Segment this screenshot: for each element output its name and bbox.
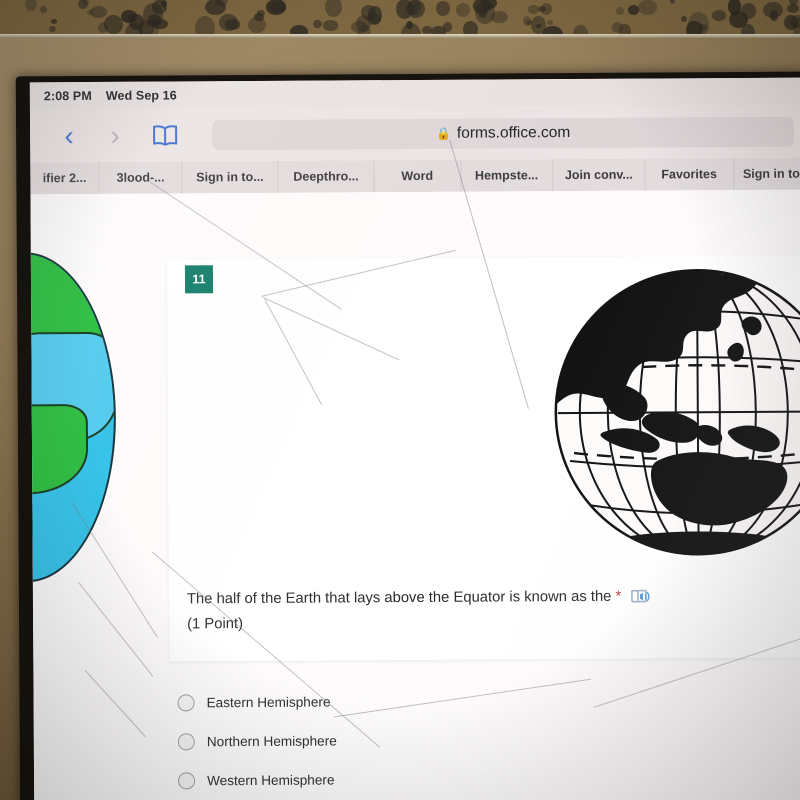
earth-illustration-decoration xyxy=(30,251,117,583)
question-text-row: The half of the Earth that lays above th… xyxy=(187,586,787,615)
answer-option-label: Western Hemisphere xyxy=(207,772,335,789)
earth-landmass xyxy=(30,403,89,495)
answer-option-3[interactable]: Western Hemisphere xyxy=(170,758,670,800)
bookmark-item[interactable]: Join conv... xyxy=(553,158,646,192)
status-bar-date: Wed Sep 16 xyxy=(105,88,177,103)
form-question-card: 11 The half of the Earth that lays above… xyxy=(166,253,800,662)
bookmark-item[interactable]: Sign in to... xyxy=(733,157,800,191)
bookmark-item[interactable]: Hempste... xyxy=(460,159,554,192)
browser-toolbar: ‹ › 🔒 forms.office.com xyxy=(29,105,800,163)
required-marker: * xyxy=(615,588,622,605)
answer-option-label: Eastern Hemisphere xyxy=(206,694,331,711)
bookmark-item[interactable]: Deepthro... xyxy=(278,160,375,193)
forward-button[interactable]: › xyxy=(92,120,138,151)
answer-options-list: Eastern Hemisphere Northern Hemisphere Wes… xyxy=(169,680,670,800)
radio-button-icon[interactable] xyxy=(177,733,195,751)
url-field[interactable]: 🔒 forms.office.com xyxy=(212,116,795,151)
bookmarks-bar: ifier 2... 3lood-... Sign in to... Deepthro… xyxy=(30,157,800,195)
question-block: The half of the Earth that lays above th… xyxy=(187,586,787,636)
tablet-screen: 2:08 PM Wed Sep 16 ‹ › 🔒 forms.office.co… xyxy=(29,77,800,800)
bookmark-item[interactable]: Favorites xyxy=(645,158,734,191)
question-text: The half of the Earth that lays above th… xyxy=(187,587,621,611)
answer-option-1[interactable]: Eastern Hemisphere xyxy=(169,680,669,722)
question-points: (1 Point) xyxy=(187,616,244,633)
radio-button-icon[interactable] xyxy=(177,694,195,712)
answer-option-2[interactable]: Northern Hemisphere xyxy=(170,719,670,761)
photograph-of-tablet: 2:08 PM Wed Sep 16 ‹ › 🔒 forms.office.co… xyxy=(0,0,800,800)
bookmark-item[interactable]: Word xyxy=(374,159,462,193)
bookmark-item[interactable]: 3lood-... xyxy=(99,161,183,194)
tablet-bezel: 2:08 PM Wed Sep 16 ‹ › 🔒 forms.office.co… xyxy=(15,71,800,800)
bookmark-item[interactable]: Sign in to... xyxy=(182,160,279,194)
page-content: 11 The half of the Earth that lays above… xyxy=(30,189,800,800)
url-text: forms.office.com xyxy=(456,124,571,142)
status-bar-time: 2:08 PM xyxy=(43,88,92,104)
background-surface-pattern xyxy=(0,0,800,36)
question-text-body: The half of the Earth that lays above th… xyxy=(186,588,612,608)
lock-icon: 🔒 xyxy=(435,126,451,141)
bookmarks-icon[interactable] xyxy=(142,123,188,147)
read-aloud-icon[interactable] xyxy=(631,589,651,612)
answer-option-label: Northern Hemisphere xyxy=(206,733,337,750)
globe-illustration xyxy=(547,253,800,573)
radio-button-icon[interactable] xyxy=(178,772,196,790)
back-button[interactable]: ‹ xyxy=(46,120,92,151)
bookmark-item[interactable]: ifier 2... xyxy=(30,161,100,195)
question-number-badge: 11 xyxy=(184,265,214,294)
